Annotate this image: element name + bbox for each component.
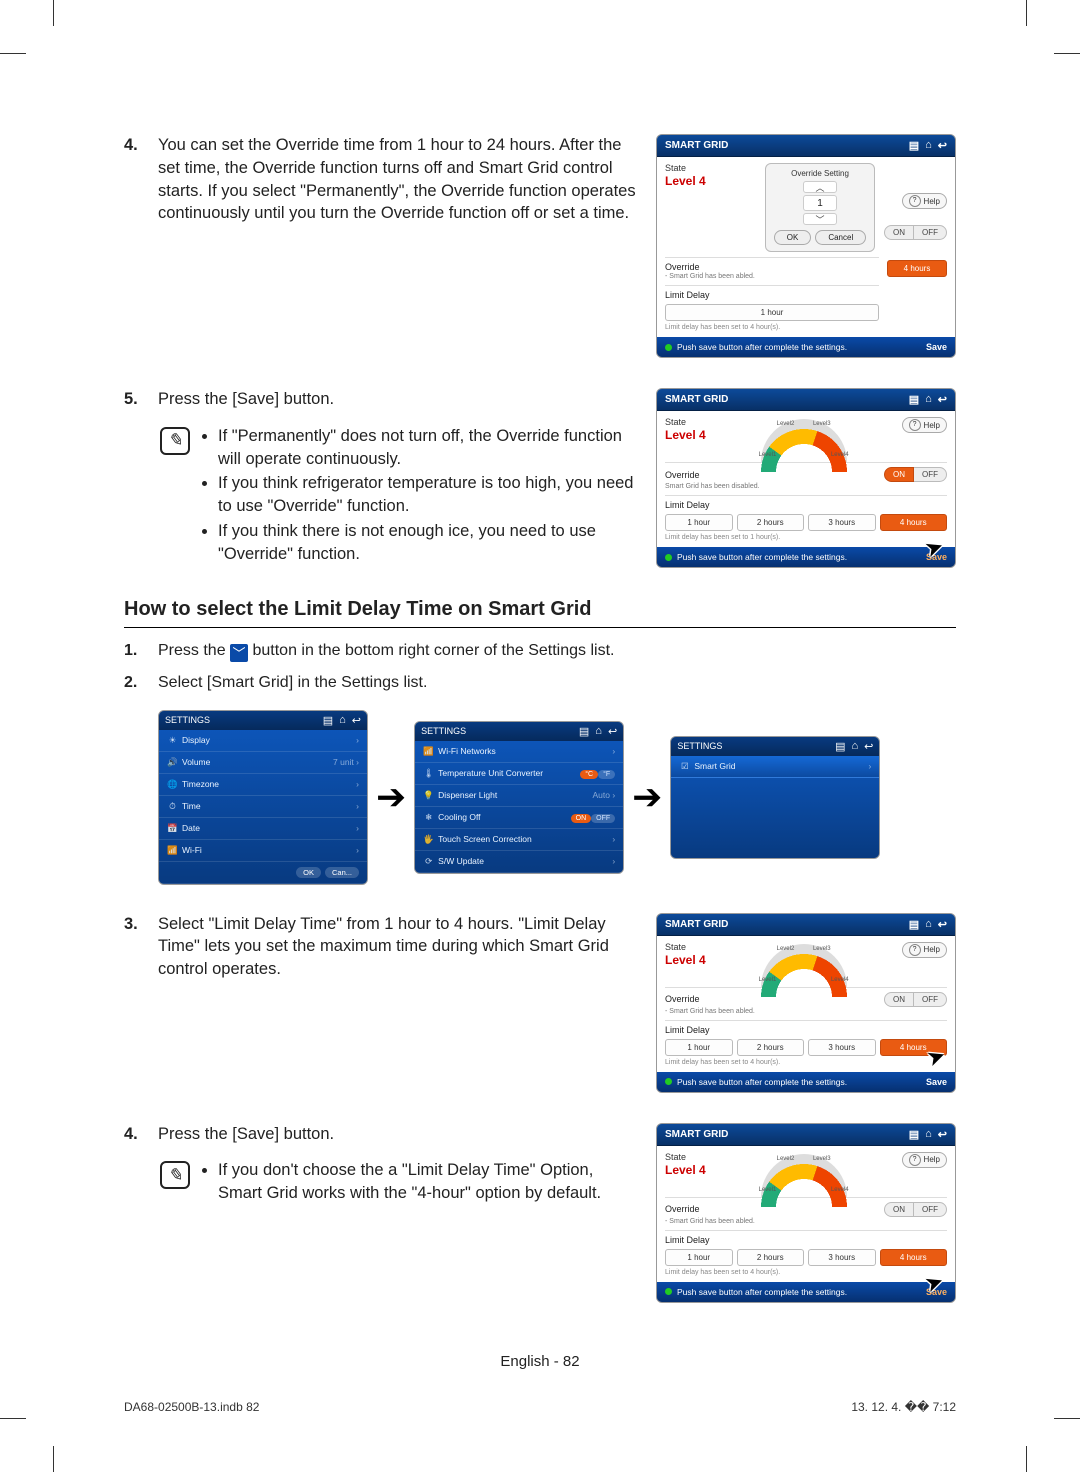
step-4-row: 4. You can set the Override time from 1 … [124, 134, 956, 358]
s2-step2: 2. Select [Smart Grid] in the Settings l… [124, 674, 956, 692]
step-5: 5. Press the [Save] button. [124, 388, 636, 411]
step-4: 4. You can set the Override time from 1 … [124, 134, 636, 225]
file-stamp: DA68-02500B-13.indb 82 [124, 1400, 259, 1414]
settings-row[interactable]: 📅Date› [159, 818, 367, 840]
override-sub: - Smart Grid has been abled. [665, 273, 879, 280]
shot-title: SMART GRID [665, 140, 728, 151]
save-button[interactable]: Save [926, 552, 947, 562]
settings-row[interactable]: 🌐Timezone› [159, 774, 367, 796]
s2-step3-row: 3. Select "Limit Delay Time" from 1 hour… [124, 913, 956, 1093]
limit-fine: Limit delay has been set to 4 hour(s). [665, 324, 879, 331]
spinner-value: 1 [803, 195, 837, 211]
page: 4. You can set the Override time from 1 … [54, 54, 1026, 1418]
memo-icon[interactable]: ▤ [909, 393, 919, 406]
section-heading: How to select the Limit Delay Time on Sm… [124, 598, 956, 628]
override-label: Override [665, 262, 700, 272]
settings-row[interactable]: 🖐Touch Screen Correction› [415, 829, 623, 851]
settings-screen-1: SETTINGS▤⌂↩ ☀Display›🔊Volume7 unit ›🌐Tim… [158, 710, 368, 885]
s2-step4-note: ✎ If you don't choose the a "Limit Delay… [124, 1159, 636, 1207]
settings-row[interactable]: 💡Dispenser LightAuto › [415, 785, 623, 807]
settings-row[interactable]: 🔊Volume7 unit › [159, 752, 367, 774]
delay-1h[interactable]: 1 hour [665, 304, 879, 321]
popup-title: Override Setting [772, 167, 868, 181]
note-b3: If you think there is not enough ice, yo… [218, 520, 636, 566]
chevron-down-icon: ﹀ [230, 644, 248, 662]
time-stamp: 13. 12. 4. �� 7:12 [851, 1400, 956, 1414]
override-toggle[interactable]: ONOFF [884, 225, 947, 240]
settings-row[interactable]: ⟳S/W Update› [415, 851, 623, 873]
arrow-icon: ➔ [376, 776, 406, 818]
help-pill[interactable]: Help [902, 193, 947, 209]
back-icon[interactable]: ↩ [938, 393, 947, 406]
screenshot-override-setting: SMART GRID ▤ ⌂ ↩ State Level 4 [656, 134, 956, 358]
state-level: Level 4 [665, 174, 706, 188]
spinner-down[interactable]: ﹀ [803, 213, 837, 225]
step-5-row: 5. Press the [Save] button. ✎ If "Perman… [124, 388, 956, 568]
content: 4. You can set the Override time from 1 … [124, 134, 956, 1333]
settings-screen-3: SETTINGS▤⌂↩ ☑Smart Grid› [670, 736, 880, 859]
page-footer: English - 82 [124, 1353, 956, 1370]
arrow-icon: ➔ [632, 776, 662, 818]
s2-step4-row: 4. Press the [Save] button. ✎ If you don… [124, 1123, 956, 1303]
settings-flow: SETTINGS▤⌂↩ ☀Display›🔊Volume7 unit ›🌐Tim… [158, 710, 956, 885]
home-icon[interactable]: ⌂ [925, 139, 932, 152]
note-icon: ✎ [160, 427, 190, 455]
override-toggle[interactable]: ONOFF [884, 467, 947, 482]
help-pill[interactable]: Help [902, 417, 947, 433]
limit-label: Limit Delay [665, 290, 710, 300]
s2-step4: 4. Press the [Save] button. [124, 1123, 636, 1146]
state-label: State [665, 163, 706, 173]
step-4-num: 4. [124, 134, 144, 225]
popup-ok[interactable]: OK [774, 230, 812, 245]
gauge: Level1 Level2 Level3 Level4 [761, 417, 847, 457]
spinner-up[interactable]: ︿ [803, 181, 837, 193]
override-popup: Override Setting ︿ 1 ﹀ OK Cancel [765, 163, 875, 252]
delay-4h-sel[interactable]: 4 hours [887, 260, 947, 277]
popup-cancel[interactable]: Cancel [815, 230, 866, 245]
settings-row[interactable]: ⏱Time› [159, 796, 367, 818]
s2-step3: 3. Select "Limit Delay Time" from 1 hour… [124, 913, 636, 981]
home-icon[interactable]: ⌂ [925, 393, 932, 406]
settings-row[interactable]: 📶Wi-Fi Networks› [415, 741, 623, 763]
back-icon[interactable]: ↩ [938, 139, 947, 152]
note-b1: If "Permanently" does not turn off, the … [218, 425, 636, 471]
screenshot-limit-save: SMART GRID▤⌂↩ StateLevel 4 Level1Level2L… [656, 1123, 956, 1303]
note-b2: If you think refrigerator temperature is… [218, 472, 636, 518]
meta-footer: DA68-02500B-13.indb 82 13. 12. 4. �� 7:1… [124, 1400, 956, 1414]
s2-step1: 1. Press the ﹀ button in the bottom righ… [124, 642, 956, 662]
save-msg: Push save button after complete the sett… [665, 342, 847, 352]
step-4-text: You can set the Override time from 1 hou… [158, 134, 636, 225]
step-5-text: Press the [Save] button. [158, 388, 636, 411]
settings-row[interactable]: 🌡Temperature Unit Converter°C°F [415, 763, 623, 785]
settings-screen-2: SETTINGS▤⌂↩ 📶Wi-Fi Networks›🌡Temperature… [414, 721, 624, 874]
note-icon: ✎ [160, 1161, 190, 1189]
settings-row[interactable]: 📶Wi-Fi› [159, 840, 367, 862]
shot-hdr: SMART GRID ▤ ⌂ ↩ [657, 135, 955, 157]
settings-row[interactable]: ☑Smart Grid› [671, 756, 879, 778]
step-5-note: ✎ If "Permanently" does not turn off, th… [124, 425, 636, 568]
step-5-num: 5. [124, 388, 144, 411]
memo-icon[interactable]: ▤ [909, 139, 919, 152]
save-bar: Push save button after complete the sett… [657, 337, 955, 357]
settings-row[interactable]: ❄Cooling OffONOFF [415, 807, 623, 829]
save-button[interactable]: Save [926, 342, 947, 352]
settings-row[interactable]: ☀Display› [159, 730, 367, 752]
screenshot-limit-select: SMART GRID▤⌂↩ StateLevel 4 Level1Level2L… [656, 913, 956, 1093]
screenshot-override-saved: SMART GRID ▤⌂↩ State Level 4 Level1 Leve… [656, 388, 956, 568]
